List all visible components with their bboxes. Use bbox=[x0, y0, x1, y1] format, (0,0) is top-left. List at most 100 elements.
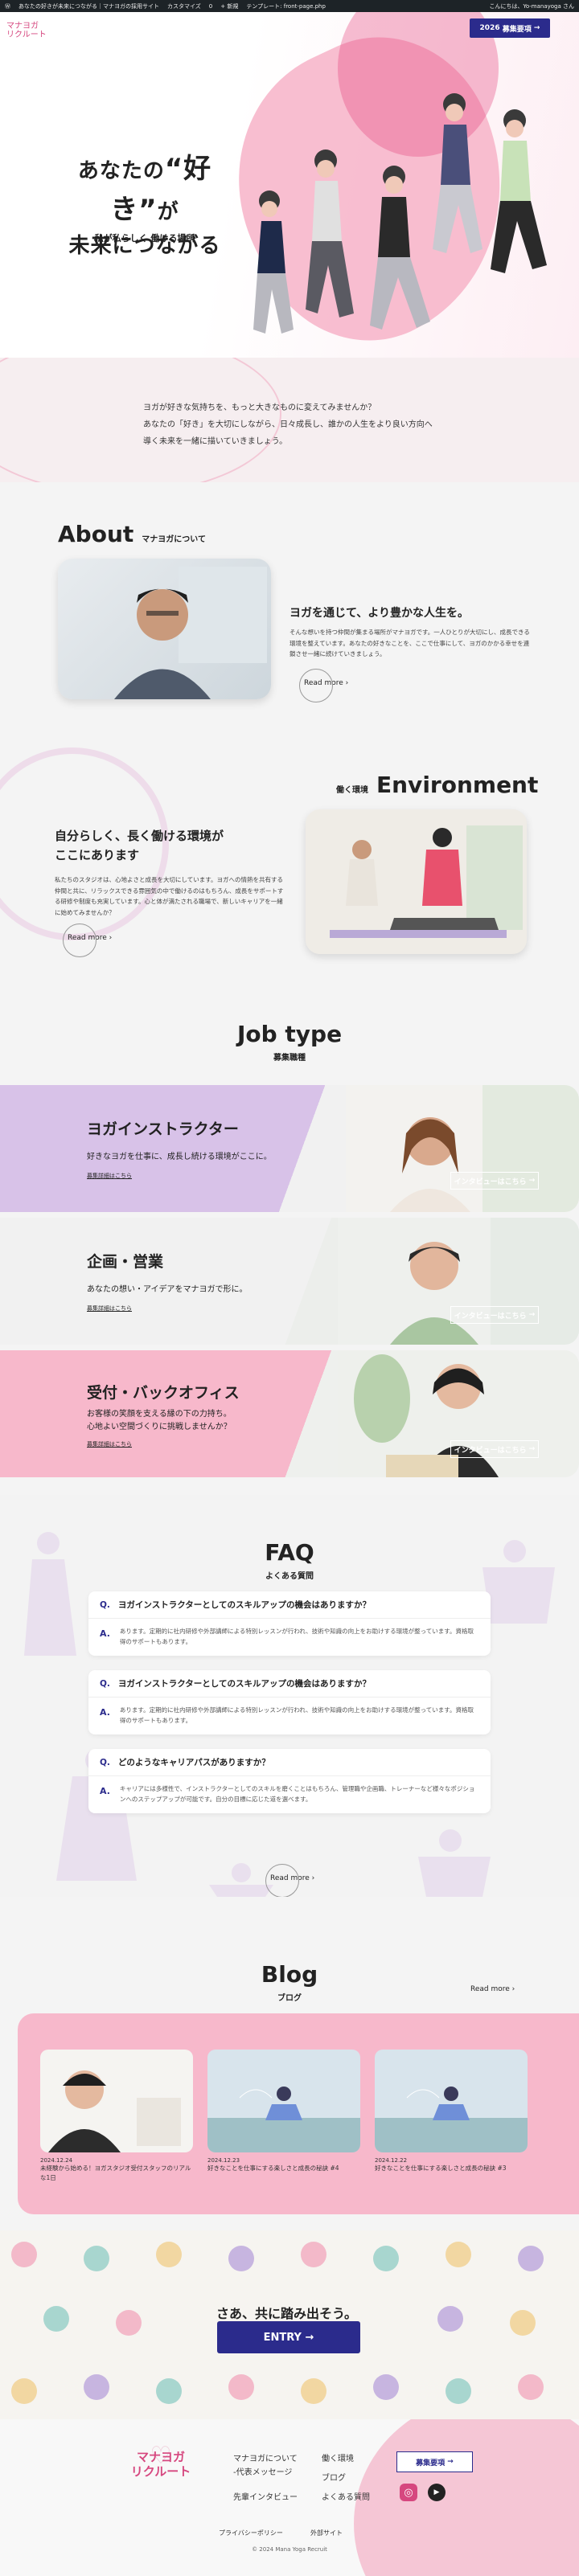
hero-section: マナヨガ リクルート 2026 募集要項 → あなたの“好き”が 未来につながる… bbox=[0, 12, 579, 358]
jobs-heading: Job type 募集職種 bbox=[0, 1021, 579, 1063]
interview-label: インタビューはこちら bbox=[454, 1446, 527, 1455]
entry-button[interactable]: ENTRY → bbox=[217, 2321, 360, 2353]
faq-section: FAQ よくある質問 Q. ヨガインストラクターとしてのスキルアップの機会はありま… bbox=[0, 1495, 579, 1897]
job-instructor-photo bbox=[346, 1085, 579, 1212]
readmore-circle bbox=[63, 924, 96, 957]
question-icon: Q. bbox=[100, 1599, 110, 1610]
footer-privacy-link[interactable]: プライバシーポリシー bbox=[219, 2529, 283, 2537]
faq-item[interactable]: Q. ヨガインストラクターとしてのスキルアップの機会はありますか？ A. あります。… bbox=[88, 1591, 491, 1656]
faq-question[interactable]: Q. ヨガインストラクターとしてのスキルアップの機会はありますか？ bbox=[88, 1670, 491, 1698]
faq-question[interactable]: Q. どのようなキャリアパスがありますか？ bbox=[88, 1749, 491, 1776]
job-detail-link[interactable]: 募集詳細はこちら bbox=[87, 1304, 132, 1313]
footer-link-faq[interactable]: よくある質問 bbox=[322, 2490, 370, 2502]
faq-item[interactable]: Q. どのようなキャリアパスがありますか？ A. キャリアには多様性で、インストラク… bbox=[88, 1749, 491, 1813]
blog-readmore[interactable]: Read more › bbox=[470, 1985, 515, 1993]
environment-heading-ja: 働く環境 bbox=[336, 786, 368, 795]
faq-readmore[interactable]: Read more › bbox=[265, 1864, 314, 1897]
job-interview-button[interactable]: インタビューはこちら → bbox=[450, 1306, 539, 1324]
job-detail-link[interactable]: 募集詳細はこちら bbox=[87, 1172, 132, 1180]
entry-message: さあ、共に踏み出そう。 bbox=[216, 2306, 357, 2321]
job-description: 好きなヨガを仕事に、成長し続ける環境がここに。 bbox=[87, 1153, 272, 1161]
blog-card[interactable]: 2024.12.23 好きなことを仕事にする楽しさと成長の秘訣 #4 bbox=[207, 2050, 360, 2173]
faq-answer: A. あります。定期的に社内研修や外部講師による特別レッスンが行われ、技術や知識の… bbox=[88, 1698, 491, 1734]
admin-template-info[interactable]: テンプレート: front-page.php bbox=[246, 2, 326, 10]
job-description: お客様の笑顔を支える縁の下の力持ち。 心地よい空間づくりに挑戦しませんか？ bbox=[87, 1408, 232, 1434]
footer-logo[interactable]: ♡ マナヨガ リクルート bbox=[113, 2442, 209, 2479]
logo-line1: マナヨガ bbox=[6, 22, 39, 31]
admin-site-link[interactable]: あなたの好きが未来につながる｜マナヨガの採用サイト bbox=[18, 2, 159, 10]
blog-readmore-label: Read more bbox=[470, 1985, 510, 1993]
readmore-circle bbox=[265, 1864, 299, 1897]
blog-card[interactable]: 2024.12.22 好きなことを仕事にする楽しさと成長の秘訣 #3 bbox=[375, 2050, 528, 2173]
blog-heading-en: Blog bbox=[261, 1961, 318, 1988]
about-body: そんな想いを持つ仲間が集まる場所がマナヨガです。一人ひとりが大切にし、成長できる… bbox=[290, 629, 530, 657]
job-detail-link[interactable]: 募集詳細はこちら bbox=[87, 1440, 132, 1448]
job-interview-button[interactable]: インタビューはこちら → bbox=[450, 1440, 539, 1458]
environment-heading: 働く環境 Environment bbox=[336, 772, 538, 798]
about-title: ヨガを通じて、より豊かな人生を。 bbox=[290, 607, 470, 620]
faq-answer: A. あります。定期的に社内研修や外部講師による特別レッスンが行われ、技術や知識の… bbox=[88, 1619, 491, 1656]
intro-line3: 導く未来を一緒に描いていきましょう。 bbox=[143, 437, 288, 446]
admin-comments-count[interactable]: 0 bbox=[209, 3, 212, 10]
blog-title: 好きなことを仕事にする楽しさと成長の秘訣 #3 bbox=[375, 2164, 507, 2172]
footer-link-environment[interactable]: 働く環境 bbox=[322, 2451, 354, 2463]
instagram-icon[interactable]: ◎ bbox=[400, 2484, 417, 2501]
footer-link-blog[interactable]: ブログ bbox=[322, 2471, 346, 2483]
environment-photo bbox=[306, 809, 527, 954]
environment-readmore[interactable]: Read more › bbox=[63, 924, 112, 957]
hero-subtitle: 私が私らしく 働ける場所 bbox=[94, 233, 195, 244]
admin-new-link[interactable]: + 新規 bbox=[220, 2, 238, 10]
faq-question[interactable]: Q. ヨガインストラクターとしてのスキルアップの機会はありますか？ bbox=[88, 1591, 491, 1619]
jobs-heading-ja: 募集職種 bbox=[273, 1054, 306, 1063]
blog-title: 未経験から始める！ヨガスタジオ受付スタッフのリアルな1日 bbox=[40, 2164, 191, 2181]
environment-heading-en: Environment bbox=[376, 772, 539, 798]
admin-customize-link[interactable]: カスタマイズ bbox=[167, 2, 201, 10]
about-heading-en: About bbox=[58, 521, 134, 547]
blog-thumbnail bbox=[375, 2050, 528, 2152]
hero-title: あなたの“好き”が 未来につながる bbox=[48, 149, 241, 262]
footer: ♡ マナヨガ リクルート マナヨガについて -代表メッセージ 先輩インタビュー … bbox=[0, 2419, 579, 2576]
jobs-section: Job type 募集職種 ヨガインストラクター 好きなヨガを仕事に、成長し続け… bbox=[0, 989, 579, 1495]
footer-link-about[interactable]: マナヨガについて bbox=[233, 2451, 298, 2463]
blog-section: Blog ブログ Read more › 2024.12.24 未経験から始める… bbox=[0, 1897, 579, 2230]
header-logo[interactable]: マナヨガ リクルート bbox=[6, 22, 47, 39]
job-card-reception[interactable]: 受付・バックオフィス お客様の笑顔を支える縁の下の力持ち。 心地よい空間づくりに… bbox=[0, 1350, 579, 1477]
heart-icon: ♡ bbox=[150, 2442, 172, 2470]
youtube-icon[interactable]: ▶ bbox=[428, 2484, 446, 2501]
recruit-year: 2026 bbox=[479, 24, 500, 32]
job-title: ヨガインストラクター bbox=[87, 1120, 239, 1138]
job-interview-button[interactable]: インタビューはこちら → bbox=[450, 1172, 539, 1190]
job-title: 企画・営業 bbox=[87, 1253, 164, 1271]
footer-link-message[interactable]: -代表メッセージ bbox=[233, 2465, 292, 2477]
job-card-instructor[interactable]: ヨガインストラクター 好きなヨガを仕事に、成長し続ける環境がここに。 募集詳細は… bbox=[0, 1085, 579, 1212]
job-description-line1: お客様の笑顔を支える縁の下の力持ち。 bbox=[87, 1410, 232, 1419]
about-section: About マナヨガについて ヨガを通じて、より豊かな人生を。 そんな想いを持つ… bbox=[0, 482, 579, 723]
faq-question-text: ヨガインストラクターとしてのスキルアップの機会はありますか？ bbox=[117, 1679, 371, 1689]
faq-answer-text: あります。定期的に社内研修や外部講師による特別レッスンが行われ、技術や知識の向上… bbox=[119, 1706, 474, 1724]
intro-line2: あなたの「好き」を大切にしながら、日々成長し、誰かの人生をより良い方向へ bbox=[143, 420, 433, 429]
about-photo bbox=[58, 559, 271, 699]
footer-recruit-button[interactable]: 募集要項 → bbox=[396, 2451, 473, 2472]
environment-section: 働く環境 Environment 自分らしく、長く働ける環境が ここにあります … bbox=[0, 723, 579, 989]
faq-question-text: どのようなキャリアパスがありますか？ bbox=[117, 1758, 270, 1767]
header-recruit-button[interactable]: 2026 募集要項 → bbox=[470, 18, 550, 38]
blog-heading: Blog ブログ bbox=[0, 1961, 579, 2003]
entry-section: さあ、共に踏み出そう。 ENTRY → bbox=[0, 2230, 579, 2419]
about-readmore[interactable]: Read more › bbox=[299, 669, 348, 702]
faq-item[interactable]: Q. ヨガインストラクターとしてのスキルアップの機会はありますか？ A. あります。… bbox=[88, 1670, 491, 1734]
footer-link-interview[interactable]: 先輩インタビュー bbox=[233, 2490, 298, 2502]
admin-new-label: 新規 bbox=[227, 2, 239, 10]
footer-external-link[interactable]: 外部サイト bbox=[310, 2529, 343, 2537]
intro-section: ヨガが好きな気持ちを、もっと大きなものに変えてみませんか？ あなたの「好き」を大… bbox=[0, 358, 579, 482]
logo-line2: リクルート bbox=[6, 31, 47, 39]
job-card-planning-sales[interactable]: 企画・営業 あなたの想い・アイデアをマナヨガで形に。 募集詳細はこちら インタビ… bbox=[0, 1218, 579, 1345]
blog-date: 2024.12.24 bbox=[40, 2157, 73, 2164]
blog-card[interactable]: 2024.12.24 未経験から始める！ヨガスタジオ受付スタッフのリアルな1日 bbox=[40, 2050, 193, 2183]
job-description-line2: 心地よい空間づくりに挑戦しませんか？ bbox=[87, 1423, 232, 1431]
wordpress-icon[interactable]: Ⓦ bbox=[5, 2, 10, 10]
admin-greeting[interactable]: こんにちは、Yo-manayoga さん bbox=[489, 2, 574, 10]
about-heading-ja: マナヨガについて bbox=[142, 535, 206, 544]
environment-body: 私たちのスタジオは、心地よさと成長を大切にしています。ヨガへの情熱を共有する仲間… bbox=[55, 876, 284, 916]
faq-question-text: ヨガインストラクターとしてのスキルアップの機会はありますか？ bbox=[117, 1600, 371, 1610]
faq-heading-ja: よくある質問 bbox=[265, 1572, 314, 1581]
